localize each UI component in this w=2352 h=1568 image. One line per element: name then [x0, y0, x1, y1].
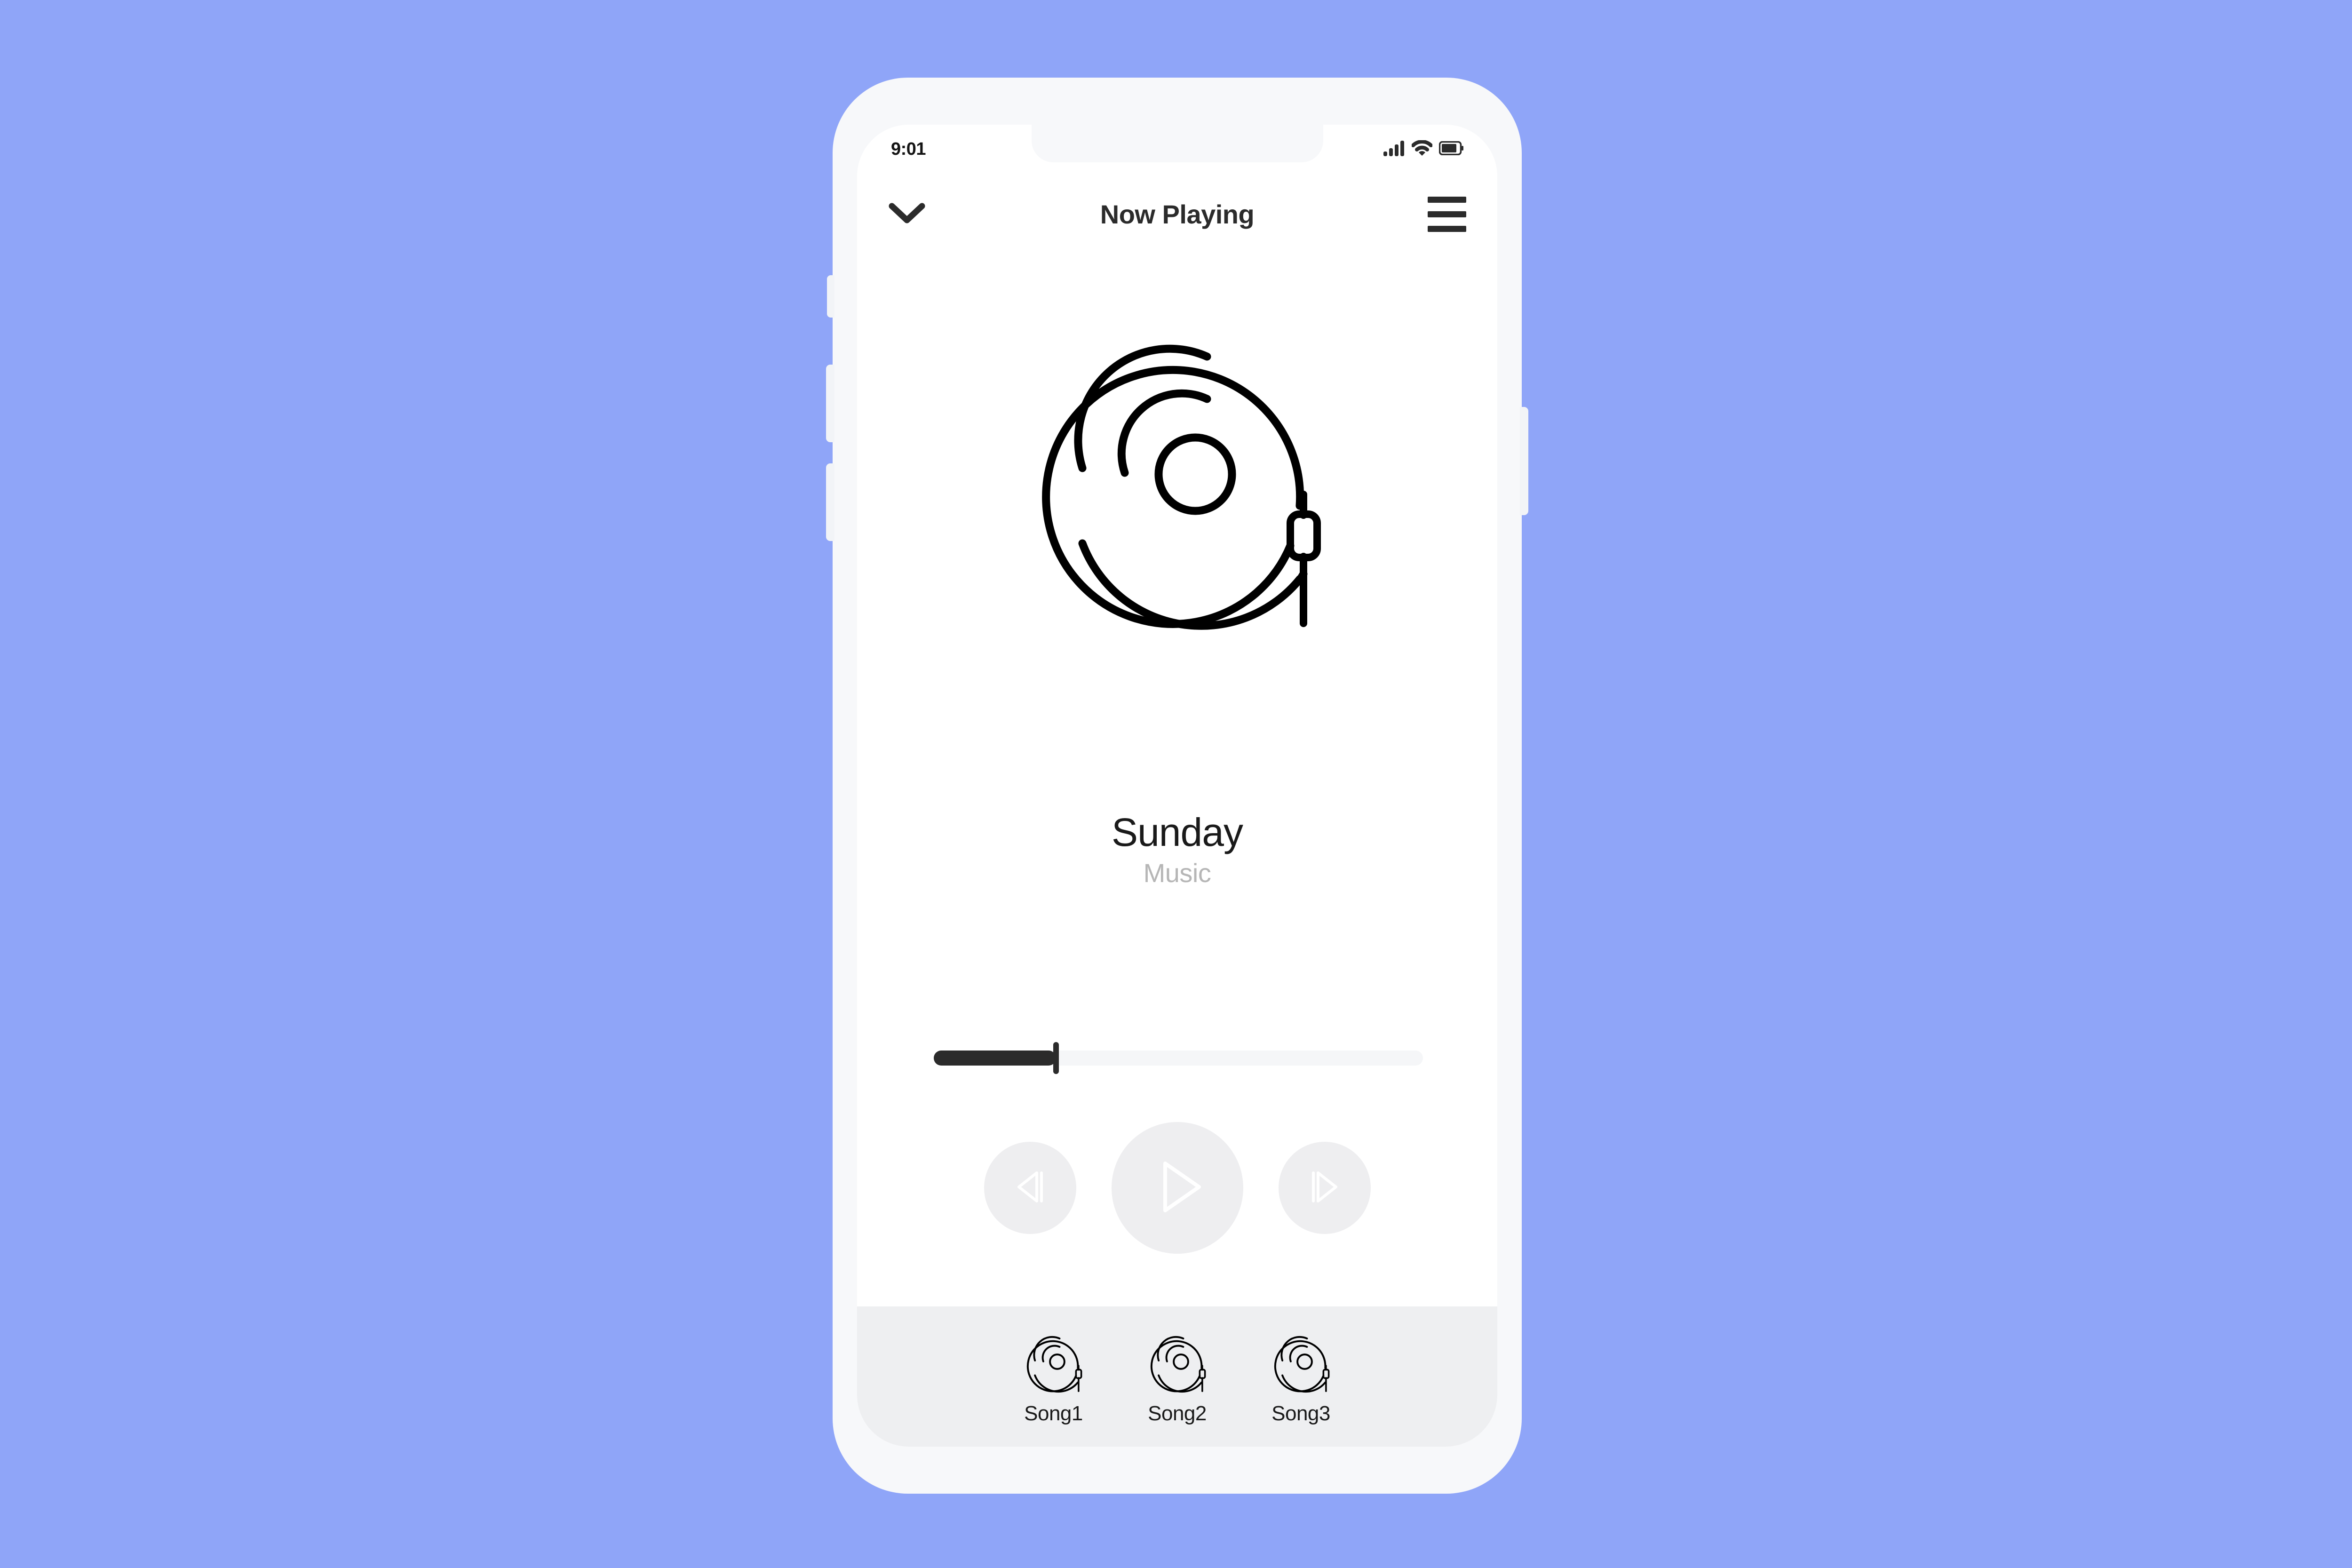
wifi-icon — [1412, 140, 1432, 159]
track-artist: Music — [857, 858, 1497, 888]
power-button[interactable] — [1520, 407, 1528, 515]
phone-frame: 9:01 — [833, 78, 1522, 1494]
silent-switch[interactable] — [827, 275, 834, 318]
previous-track-icon — [1009, 1165, 1052, 1211]
album-art-vinyl-record-icon — [999, 280, 1356, 637]
list-item-label: Song1 — [1024, 1402, 1083, 1425]
chevron-down-icon — [888, 201, 926, 227]
nav-bar: Now Playing — [857, 186, 1497, 242]
playlist-footer: Song1 Song2 — [857, 1306, 1497, 1447]
list-item-label: Song3 — [1271, 1402, 1330, 1425]
progress-thumb[interactable] — [1053, 1042, 1059, 1074]
playback-controls — [857, 1122, 1497, 1254]
status-bar: 9:01 — [857, 125, 1497, 174]
volume-up-button[interactable] — [826, 365, 834, 442]
progress-slider[interactable] — [934, 1042, 1423, 1070]
phone-screen: 9:01 — [857, 125, 1497, 1447]
next-button[interactable] — [1279, 1142, 1371, 1234]
status-icons — [1383, 140, 1463, 159]
play-icon — [1144, 1154, 1210, 1222]
list-item[interactable]: Song2 — [1130, 1323, 1224, 1425]
track-info: Sunday Music — [857, 812, 1497, 888]
track-title: Sunday — [857, 812, 1497, 853]
volume-down-button[interactable] — [826, 463, 834, 541]
hamburger-menu-icon[interactable] — [1428, 197, 1466, 232]
progress-fill — [934, 1051, 1056, 1066]
previous-button[interactable] — [984, 1142, 1076, 1234]
page-title: Now Playing — [945, 199, 1410, 230]
battery-icon — [1439, 141, 1463, 158]
collapse-button[interactable] — [888, 201, 945, 227]
vinyl-record-icon — [1266, 1323, 1336, 1396]
vinyl-record-icon — [1142, 1323, 1213, 1396]
list-item-label: Song2 — [1148, 1402, 1207, 1425]
list-item[interactable]: Song3 — [1254, 1323, 1348, 1425]
vinyl-record-icon — [1018, 1323, 1089, 1396]
list-item[interactable]: Song1 — [1007, 1323, 1101, 1425]
cellular-signal-icon — [1383, 140, 1405, 159]
play-button[interactable] — [1112, 1122, 1243, 1254]
next-track-icon — [1303, 1165, 1346, 1211]
status-time: 9:01 — [891, 139, 926, 159]
